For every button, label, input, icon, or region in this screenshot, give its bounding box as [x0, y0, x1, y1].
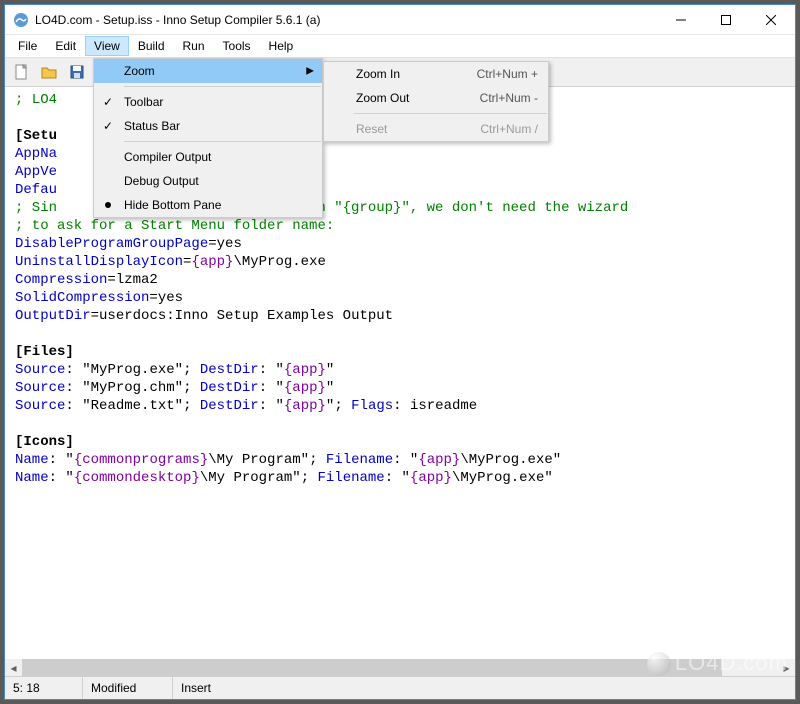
menu-help[interactable]: Help [260, 36, 303, 56]
code-line: ; to ask for a Start Menu folder name: [15, 217, 785, 235]
code-line: SolidCompression=yes [15, 289, 785, 307]
code-line [15, 415, 785, 433]
titlebar: LO4D.com - Setup.iss - Inno Setup Compil… [5, 5, 795, 35]
view-menu-dropdown: Zoom▶ ToolbarStatus Bar Compiler OutputDeb… [93, 58, 323, 218]
code-line: Source: "MyProg.exe"; DestDir: "{app}" [15, 361, 785, 379]
code-line [15, 325, 785, 343]
zoom-menu-zoom-out[interactable]: Zoom OutCtrl+Num - [324, 86, 548, 110]
new-file-button[interactable] [9, 60, 33, 84]
view-menu-toolbar[interactable]: Toolbar [94, 90, 322, 114]
code-line: Name: "{commondesktop}\My Program"; File… [15, 469, 785, 487]
app-icon [13, 12, 29, 28]
submenu-arrow-icon: ▶ [306, 66, 314, 77]
scroll-left-arrow[interactable]: ◂ [5, 659, 22, 676]
code-line: Compression=lzma2 [15, 271, 785, 289]
code-line: [Icons] [15, 433, 785, 451]
save-file-button[interactable] [65, 60, 89, 84]
statusbar: 5: 18 Modified Insert [5, 676, 795, 699]
status-modified: Modified [83, 677, 173, 699]
status-insert-mode: Insert [173, 677, 243, 699]
code-line: UninstallDisplayIcon={app}\MyProg.exe [15, 253, 785, 271]
menu-view[interactable]: View [85, 36, 129, 56]
window-title: LO4D.com - Setup.iss - Inno Setup Compil… [35, 13, 658, 27]
open-file-button[interactable] [37, 60, 61, 84]
code-line: DisableProgramGroupPage=yes [15, 235, 785, 253]
app-window: LO4D.com - Setup.iss - Inno Setup Compil… [4, 4, 796, 700]
zoom-submenu: Zoom InCtrl+Num +Zoom OutCtrl+Num - Reset… [323, 61, 549, 142]
zoom-menu-zoom-in[interactable]: Zoom InCtrl+Num + [324, 62, 548, 86]
zoom-menu-reset: ResetCtrl+Num / [324, 117, 548, 141]
menu-tools[interactable]: Tools [214, 36, 260, 56]
code-line: [Files] [15, 343, 785, 361]
scroll-track[interactable] [22, 659, 778, 676]
view-menu-status-bar[interactable]: Status Bar [94, 114, 322, 138]
menu-file[interactable]: File [9, 36, 46, 56]
scroll-thumb[interactable] [22, 659, 722, 676]
code-line: Name: "{commonprograms}\My Program"; Fil… [15, 451, 785, 469]
menu-build[interactable]: Build [129, 36, 174, 56]
menubar: FileEditViewBuildRunToolsHelp [5, 35, 795, 57]
view-menu-debug-output[interactable]: Debug Output [94, 169, 322, 193]
code-line: Source: "MyProg.chm"; DestDir: "{app}" [15, 379, 785, 397]
menu-run[interactable]: Run [174, 36, 214, 56]
minimize-button[interactable] [658, 5, 703, 34]
view-menu-compiler-output[interactable]: Compiler Output [94, 145, 322, 169]
status-position: 5: 18 [5, 677, 83, 699]
maximize-button[interactable] [703, 5, 748, 34]
scroll-right-arrow[interactable]: ▸ [778, 659, 795, 676]
horizontal-scrollbar[interactable]: ◂ ▸ [5, 659, 795, 676]
view-menu-hide-bottom-pane[interactable]: Hide Bottom Pane [94, 193, 322, 217]
code-line: OutputDir=userdocs:Inno Setup Examples O… [15, 307, 785, 325]
code-line: Source: "Readme.txt"; DestDir: "{app}"; … [15, 397, 785, 415]
view-menu-zoom[interactable]: Zoom▶ [94, 59, 322, 83]
menu-edit[interactable]: Edit [46, 36, 85, 56]
close-button[interactable] [748, 5, 793, 34]
